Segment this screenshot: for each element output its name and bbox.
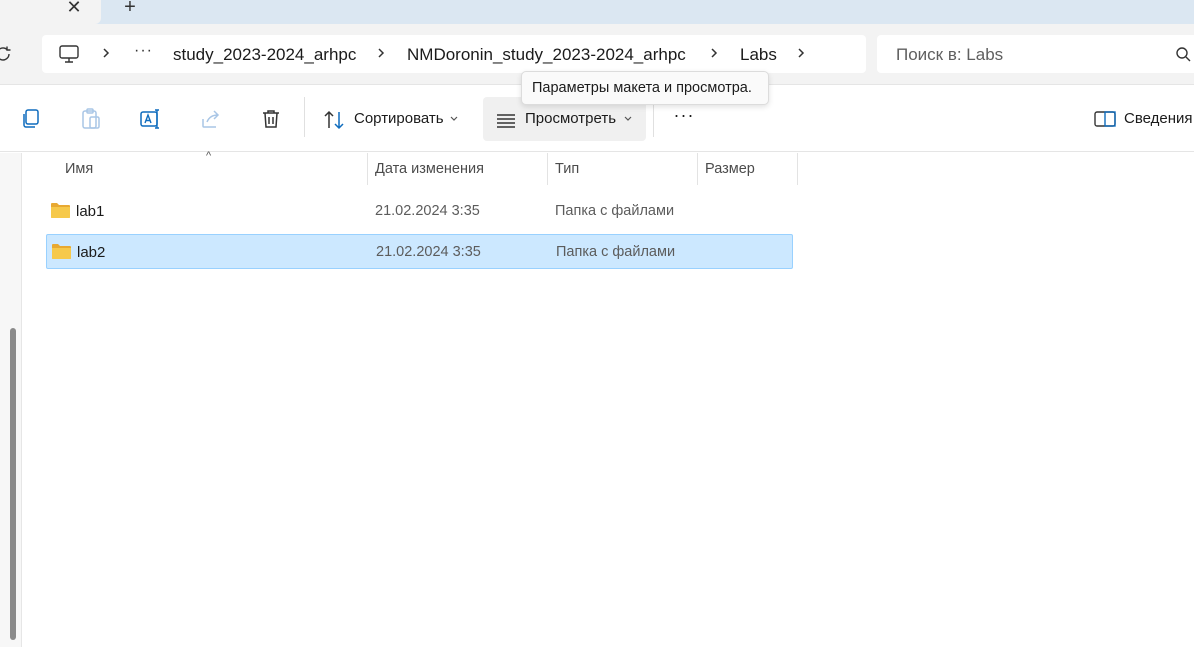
- file-row-lab2[interactable]: lab2 21.02.2024 3:35 Папка с файлами: [46, 234, 793, 269]
- delete-icon[interactable]: [259, 107, 283, 131]
- column-header-date[interactable]: Дата изменения: [375, 153, 545, 185]
- folder-icon: [51, 203, 70, 218]
- column-header-type[interactable]: Тип: [555, 153, 695, 185]
- search-placeholder: Поиск в: Labs: [896, 45, 1004, 64]
- file-type: Папка с файлами: [555, 203, 675, 219]
- column-divider[interactable]: [797, 153, 798, 185]
- column-header-name[interactable]: Имя: [65, 153, 365, 185]
- column-divider[interactable]: [367, 153, 368, 185]
- toolbar-separator: [304, 97, 305, 137]
- file-type: Папка с файлами: [556, 244, 676, 260]
- view-tooltip: Параметры макета и просмотра.: [521, 71, 769, 105]
- chevron-down-icon: [624, 116, 632, 121]
- details-button[interactable]: Сведения: [1124, 110, 1193, 128]
- chevron-right-icon[interactable]: [795, 44, 807, 62]
- column-divider[interactable]: [547, 153, 548, 185]
- tab-strip: ✕ +: [0, 0, 1194, 24]
- paste-icon[interactable]: [79, 107, 103, 131]
- folder-icon: [52, 244, 71, 259]
- chevron-down-icon: [450, 116, 458, 121]
- view-button-label: Просмотреть: [525, 110, 617, 127]
- breadcrumb-study[interactable]: study_2023-2024_arhpc: [173, 44, 356, 66]
- copy-icon[interactable]: [19, 107, 43, 131]
- chevron-right-icon[interactable]: [708, 44, 720, 62]
- sort-button-label: Сортировать: [354, 110, 444, 127]
- file-date: 21.02.2024 3:35: [376, 244, 481, 260]
- sort-icon: [324, 110, 344, 130]
- rename-icon[interactable]: [139, 107, 163, 131]
- chevron-right-icon[interactable]: [100, 44, 112, 62]
- file-name: lab1: [76, 203, 105, 220]
- breadcrumb-nmdoronin[interactable]: NMDoronin_study_2023-2024_arhpc: [407, 44, 686, 66]
- file-date: 21.02.2024 3:35: [375, 203, 480, 219]
- close-tab-icon[interactable]: ✕: [64, 0, 84, 18]
- computer-icon[interactable]: [58, 44, 80, 64]
- search-icon[interactable]: [1175, 46, 1191, 62]
- active-tab[interactable]: [0, 0, 101, 24]
- chevron-right-icon[interactable]: [375, 44, 387, 62]
- column-divider[interactable]: [697, 153, 698, 185]
- details-pane-icon[interactable]: [1093, 107, 1117, 131]
- add-tab-icon[interactable]: +: [120, 0, 140, 17]
- more-options-button[interactable]: ···: [670, 106, 698, 128]
- share-icon[interactable]: [199, 107, 223, 131]
- file-row-lab1[interactable]: lab1 21.02.2024 3:35 Папка с файлами: [46, 194, 793, 229]
- navigation-scrollbar[interactable]: [10, 328, 16, 640]
- breadcrumb-labs[interactable]: Labs: [740, 44, 777, 66]
- view-icon: [497, 114, 515, 128]
- breadcrumb-overflow[interactable]: ···: [134, 42, 153, 60]
- refresh-icon[interactable]: [0, 44, 14, 64]
- file-name: lab2: [77, 244, 106, 261]
- column-header-size[interactable]: Размер: [705, 153, 795, 185]
